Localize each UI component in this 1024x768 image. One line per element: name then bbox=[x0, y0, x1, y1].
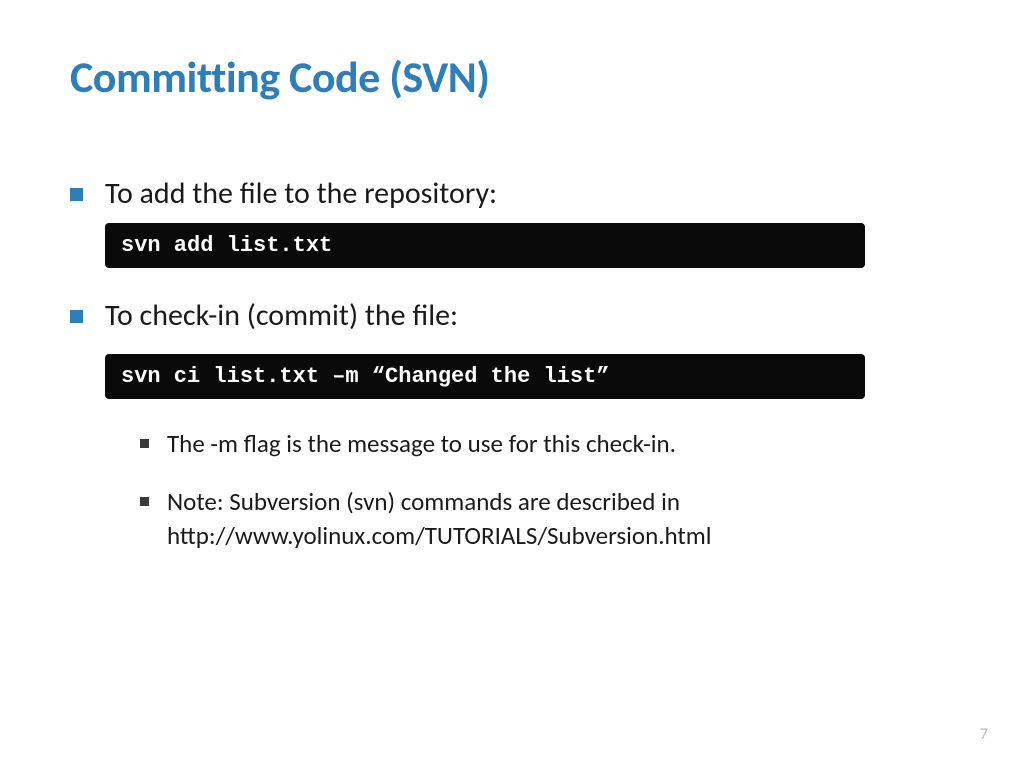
sub-bullet-icon bbox=[140, 497, 149, 506]
code-block: svn ci list.txt –m “Changed the list” bbox=[105, 354, 865, 399]
page-number: 7 bbox=[980, 725, 988, 744]
sub-bullet-item: Note: Subversion (svn) commands are desc… bbox=[140, 485, 954, 553]
bullet-text: To check-in (commit) the file: bbox=[105, 296, 458, 337]
bullet-icon bbox=[70, 188, 83, 201]
sub-bullet-icon bbox=[140, 439, 149, 448]
sub-bullet-text: The -m flag is the message to use for th… bbox=[167, 427, 676, 461]
bullet-icon bbox=[70, 310, 83, 323]
slide: Committing Code (SVN) To add the file to… bbox=[0, 0, 1024, 616]
code-block: svn add list.txt bbox=[105, 223, 865, 268]
bullet-item: To check-in (commit) the file: bbox=[70, 296, 954, 337]
bullet-item: To add the file to the repository: bbox=[70, 174, 954, 215]
sub-bullet-text: Note: Subversion (svn) commands are desc… bbox=[167, 485, 954, 553]
bullet-text: To add the file to the repository: bbox=[105, 174, 497, 215]
slide-title: Committing Code (SVN) bbox=[70, 50, 954, 104]
sub-bullet-item: The -m flag is the message to use for th… bbox=[140, 427, 954, 461]
